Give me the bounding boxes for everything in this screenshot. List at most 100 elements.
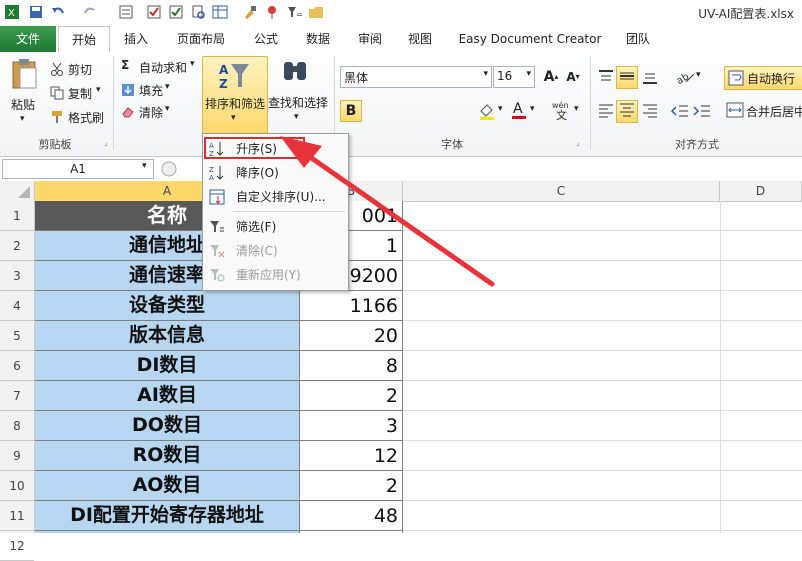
cell-b[interactable]: 2 bbox=[300, 471, 403, 501]
paste-button[interactable]: 粘贴 bbox=[11, 96, 35, 113]
row-header[interactable]: 9 bbox=[0, 441, 34, 471]
font-color-icon[interactable]: A bbox=[510, 100, 528, 123]
cell-a[interactable]: DI数目 bbox=[35, 351, 300, 381]
clipboard-launcher-icon[interactable]: ⌟ bbox=[104, 138, 108, 147]
form-icon[interactable] bbox=[118, 4, 134, 20]
align-bottom-icon[interactable] bbox=[640, 68, 660, 89]
menu-item-filter[interactable]: 筛选(F) bbox=[203, 215, 348, 239]
font-color-dropdown-icon[interactable]: ▾ bbox=[530, 104, 535, 114]
cell-b[interactable]: 20 bbox=[300, 321, 403, 351]
undo-icon[interactable] bbox=[50, 4, 66, 20]
find-select-button[interactable]: 查找和选择 bbox=[268, 94, 328, 111]
increase-font-icon[interactable]: A▴ bbox=[540, 66, 562, 88]
name-box-dropdown-icon[interactable]: ▾ bbox=[142, 161, 147, 171]
phonetic-dropdown-icon[interactable]: ▾ bbox=[574, 104, 579, 114]
print-preview-icon[interactable] bbox=[190, 4, 206, 20]
cell-a[interactable]: AI数目 bbox=[35, 381, 300, 411]
align-right-icon[interactable] bbox=[640, 102, 660, 123]
menu-item-custom-sort[interactable]: 自定义排序(U)... bbox=[203, 185, 348, 209]
brush-icon[interactable] bbox=[242, 4, 258, 20]
autosum-dropdown-icon[interactable]: ▾ bbox=[190, 59, 195, 69]
name-box[interactable]: A1 bbox=[2, 159, 154, 179]
bold-button[interactable]: B bbox=[340, 100, 362, 122]
paste-dropdown-icon[interactable]: ▾ bbox=[20, 114, 25, 124]
pin-icon[interactable] bbox=[264, 4, 280, 20]
cell-b[interactable]: 2 bbox=[300, 381, 403, 411]
align-middle-icon[interactable] bbox=[616, 66, 638, 89]
cell-a[interactable]: 版本信息 bbox=[35, 321, 300, 351]
tab-review[interactable]: 审阅 bbox=[348, 26, 392, 52]
menu-item-sort-descending[interactable]: ZA 降序(O) bbox=[203, 161, 348, 185]
redo-icon[interactable] bbox=[82, 4, 98, 20]
merge-center-button[interactable]: 合并后居中 bbox=[746, 103, 802, 120]
wrap-text-button[interactable]: 自动换行 bbox=[724, 66, 802, 90]
decrease-indent-icon[interactable] bbox=[670, 102, 690, 123]
row-header[interactable]: 3 bbox=[0, 261, 34, 291]
fill-dropdown-icon[interactable]: ▾ bbox=[165, 82, 170, 92]
row-header[interactable]: 11 bbox=[0, 501, 34, 531]
folder-icon[interactable] bbox=[308, 4, 324, 20]
orientation-dropdown-icon[interactable]: ▾ bbox=[696, 70, 701, 80]
cell-a[interactable]: 设备类型 bbox=[35, 291, 300, 321]
autosum-button[interactable]: 自动求和 bbox=[139, 59, 187, 76]
increase-indent-icon[interactable] bbox=[692, 102, 712, 123]
tab-page-layout[interactable]: 页面布局 bbox=[168, 26, 234, 52]
table-icon[interactable] bbox=[212, 4, 228, 20]
row-header[interactable]: 5 bbox=[0, 321, 34, 351]
cell-a[interactable]: AO数目 bbox=[35, 471, 300, 501]
tab-file[interactable]: 文件 bbox=[0, 26, 56, 52]
clear-dropdown-icon[interactable]: ▾ bbox=[165, 104, 170, 114]
row-header[interactable]: 8 bbox=[0, 411, 34, 441]
tab-team[interactable]: 团队 bbox=[616, 26, 660, 52]
cell-b[interactable]: 8 bbox=[300, 351, 403, 381]
font-launcher-icon[interactable]: ⌟ bbox=[576, 138, 580, 147]
font-name-select[interactable]: 黑体 ▾ bbox=[340, 66, 492, 88]
find-select-dropdown-icon[interactable]: ▾ bbox=[294, 112, 299, 122]
row-header[interactable]: 10 bbox=[0, 471, 34, 501]
fill-button[interactable]: 填充 bbox=[139, 82, 163, 99]
paste-icon[interactable] bbox=[10, 58, 40, 93]
tab-easy-document-creator[interactable]: Easy Document Creator bbox=[452, 26, 608, 52]
font-size-select[interactable]: 16 ▾ bbox=[493, 66, 535, 88]
row-header[interactable]: 7 bbox=[0, 381, 34, 411]
checkbox-icon[interactable] bbox=[146, 4, 162, 20]
tab-formulas[interactable]: 公式 bbox=[244, 26, 288, 52]
align-top-icon[interactable] bbox=[596, 68, 616, 89]
row-header[interactable]: 4 bbox=[0, 291, 34, 321]
row-header[interactable]: 12 bbox=[0, 531, 34, 561]
copy-dropdown-icon[interactable]: ▾ bbox=[96, 85, 101, 95]
cell-b[interactable]: 3 bbox=[300, 411, 403, 441]
clear-button[interactable]: 清除 bbox=[139, 104, 163, 121]
cell-a[interactable]: RO数目 bbox=[35, 441, 300, 471]
tab-view[interactable]: 视图 bbox=[398, 26, 442, 52]
column-header-d[interactable]: D bbox=[720, 181, 802, 201]
row-header[interactable]: 2 bbox=[0, 231, 34, 261]
tab-insert[interactable]: 插入 bbox=[114, 26, 158, 52]
worksheet-grid[interactable]: 名称 001 通信地址 1 通信速率 19200 设备类型 1166 版本信息 20 DI数目 8 AI… bbox=[35, 201, 802, 533]
sort-filter-button[interactable]: AZ 排序和筛选 ▾ bbox=[202, 56, 268, 134]
fill-color-dropdown-icon[interactable]: ▾ bbox=[498, 104, 503, 114]
font-name-dropdown-icon[interactable]: ▾ bbox=[483, 69, 488, 79]
tab-data[interactable]: 数据 bbox=[296, 26, 340, 52]
align-center-icon[interactable] bbox=[616, 100, 638, 123]
row-header[interactable]: 1 bbox=[0, 201, 34, 231]
tab-home[interactable]: 开始 bbox=[58, 26, 110, 53]
cut-button[interactable]: 剪切 bbox=[68, 61, 92, 78]
checklist-icon[interactable] bbox=[168, 4, 184, 20]
column-header-c[interactable]: C bbox=[403, 181, 720, 201]
cell-a[interactable]: DI配置开始寄存器地址 bbox=[35, 501, 300, 531]
decrease-font-icon[interactable]: A▾ bbox=[562, 66, 584, 88]
cell-b[interactable]: 1166 bbox=[300, 291, 403, 321]
copy-button[interactable]: 复制 bbox=[68, 85, 92, 102]
binoculars-icon[interactable] bbox=[281, 58, 311, 89]
select-all-corner[interactable] bbox=[0, 181, 35, 201]
save-icon[interactable] bbox=[28, 4, 44, 20]
row-header[interactable]: 6 bbox=[0, 351, 34, 381]
phonetic-icon[interactable]: wén 文 bbox=[552, 100, 574, 123]
orientation-icon[interactable]: ab bbox=[674, 68, 696, 89]
filter-icon[interactable]: = bbox=[286, 4, 303, 20]
cell-b[interactable]: 48 bbox=[300, 501, 403, 531]
fill-color-icon[interactable] bbox=[478, 102, 496, 123]
font-size-dropdown-icon[interactable]: ▾ bbox=[526, 69, 531, 79]
cell-a[interactable]: DO数目 bbox=[35, 411, 300, 441]
